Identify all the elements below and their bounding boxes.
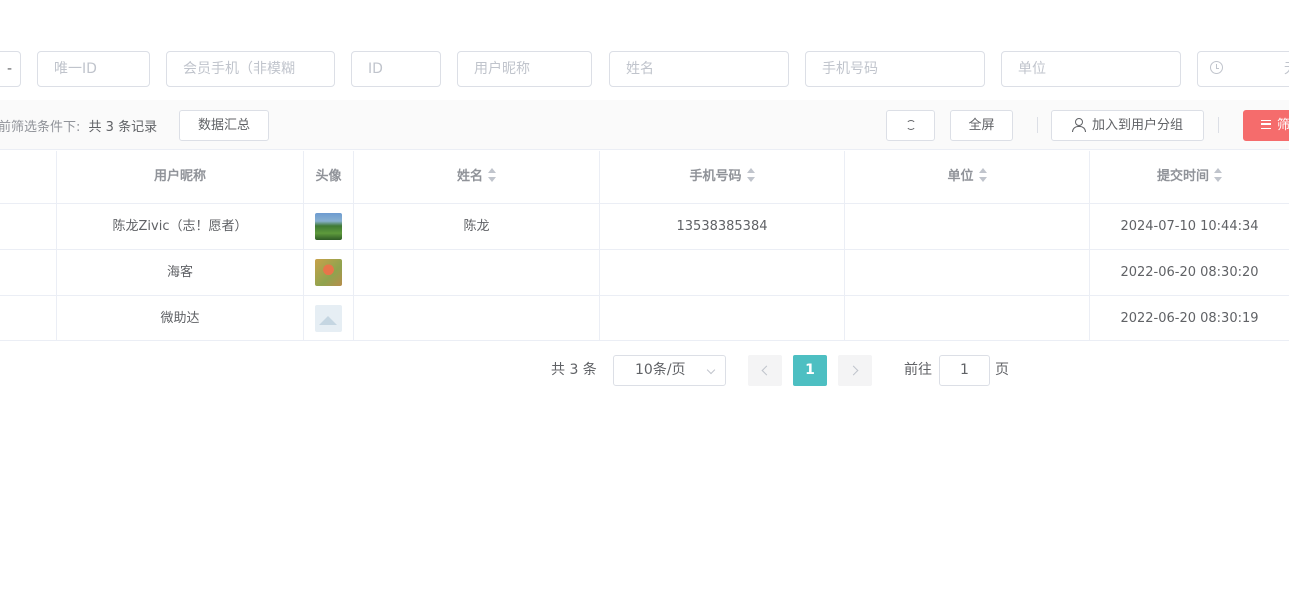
phone-input[interactable]: 手机号码 xyxy=(805,51,985,87)
date-range-text: 无 xyxy=(1284,52,1289,86)
column-header-nickname: 用户昵称 xyxy=(57,151,304,203)
next-page-button[interactable] xyxy=(838,355,872,386)
table-row[interactable]: 陈龙Zivic（志！愿者） 陈龙 13538385384 2024-07-10 … xyxy=(0,204,1289,250)
column-header-name-label: 姓名 xyxy=(456,169,483,184)
add-to-group-label: 加入到用户分组 xyxy=(1091,118,1183,133)
nickname-cell: 微助达 xyxy=(57,296,304,340)
goto-label: 前往 xyxy=(904,362,932,378)
menu-icon xyxy=(1261,120,1271,129)
column-header-phone-label: 手机号码 xyxy=(689,169,742,184)
column-header-avatar: 头像 xyxy=(304,151,354,203)
chevron-right-icon xyxy=(848,365,859,376)
name-input[interactable]: 姓名 xyxy=(609,51,789,87)
page-unit-label: 页 xyxy=(995,362,1009,378)
user-icon xyxy=(1071,117,1086,132)
column-header-unit[interactable]: 单位 xyxy=(845,151,1090,203)
unit-cell xyxy=(845,204,1090,249)
filter-select-stub[interactable]: - xyxy=(0,51,21,87)
add-to-group-button[interactable]: 加入到用户分组 xyxy=(1051,110,1204,141)
submit-time-cell: 2024-07-10 10:44:34 xyxy=(1120,219,1259,234)
row-select-cell[interactable] xyxy=(0,250,57,295)
summary-count: 共 3 条记录 xyxy=(88,120,158,135)
avatar-cell xyxy=(304,250,354,295)
page-size-select[interactable]: 10条/页 xyxy=(613,355,726,386)
avatar[interactable] xyxy=(315,305,342,332)
avatar-cell xyxy=(304,296,354,340)
page-number-current[interactable]: 1 xyxy=(793,355,827,386)
column-header-name[interactable]: 姓名 xyxy=(354,151,600,203)
column-header-submit-time[interactable]: 提交时间 xyxy=(1090,151,1289,203)
sort-icon[interactable] xyxy=(746,168,755,182)
sort-icon[interactable] xyxy=(978,168,987,182)
nickname-cell: 陈龙Zivic（志！愿者） xyxy=(57,204,304,249)
toolbar-divider xyxy=(1218,117,1219,133)
data-summary-button[interactable]: 数据汇总 xyxy=(179,110,269,141)
column-header-submit-time-label: 提交时间 xyxy=(1156,169,1209,184)
phone-cell xyxy=(600,296,845,340)
name-cell: 陈龙 xyxy=(354,204,600,249)
sort-icon[interactable] xyxy=(1214,168,1222,182)
clock-icon xyxy=(1210,61,1223,74)
phone-cell xyxy=(600,250,845,295)
avatar[interactable] xyxy=(315,213,342,240)
sort-icon[interactable] xyxy=(488,168,496,182)
row-select-cell[interactable] xyxy=(0,296,57,340)
chevron-down-icon xyxy=(706,365,716,375)
goto-page-input[interactable]: 1 xyxy=(939,355,990,386)
id-input[interactable]: ID xyxy=(351,51,441,87)
prev-page-button[interactable] xyxy=(748,355,782,386)
avatar-cell xyxy=(304,204,354,249)
date-range-picker[interactable]: 无 xyxy=(1197,51,1289,87)
unit-input[interactable]: 单位 xyxy=(1001,51,1181,87)
phone-cell: 13538385384 xyxy=(600,204,845,249)
record-summary: 前筛选条件下: 共 3 条记录 xyxy=(0,116,157,135)
unit-cell xyxy=(845,250,1090,295)
submit-time-cell: 2022-06-20 08:30:20 xyxy=(1120,265,1259,280)
unit-cell xyxy=(845,296,1090,340)
refresh-button[interactable] xyxy=(886,110,935,141)
column-header-select xyxy=(0,151,57,203)
pagination: 共 3 条 10条/页 1 前往 1 页 xyxy=(0,355,1289,386)
refresh-icon xyxy=(905,119,916,130)
name-cell xyxy=(354,250,600,295)
chevron-left-icon xyxy=(761,365,772,376)
pagination-total: 共 3 条 xyxy=(551,362,597,378)
table-header: 用户昵称 头像 姓名 手机号码 单位 提交时间 xyxy=(0,151,1289,204)
column-header-phone[interactable]: 手机号码 xyxy=(600,151,845,203)
fullscreen-button[interactable]: 全屏 xyxy=(950,110,1013,141)
member-phone-input[interactable]: 会员手机（非模糊 xyxy=(166,51,335,87)
nickname-input[interactable]: 用户昵称 xyxy=(457,51,592,87)
table-toolbar: 前筛选条件下: 共 3 条记录 数据汇总 全屏 加入到用户分组 筛 xyxy=(0,100,1289,150)
submit-time-cell: 2022-06-20 08:30:19 xyxy=(1120,311,1259,326)
toolbar-divider xyxy=(1037,117,1038,133)
page-size-value: 10条/页 xyxy=(635,362,686,378)
filter-label: 筛 xyxy=(1277,118,1289,133)
filter-bar: - 唯一ID 会员手机（非模糊 ID 用户昵称 姓名 手机号码 单位 无 xyxy=(0,51,1289,87)
summary-prefix: 前筛选条件下: xyxy=(0,120,81,135)
filter-button[interactable]: 筛 xyxy=(1243,110,1289,141)
table-row[interactable]: 海客 2022-06-20 08:30:20 xyxy=(0,250,1289,296)
row-select-cell[interactable] xyxy=(0,204,57,249)
unique-id-input[interactable]: 唯一ID xyxy=(37,51,150,87)
column-header-unit-label: 单位 xyxy=(947,169,974,184)
name-cell xyxy=(354,296,600,340)
table-row[interactable]: 微助达 2022-06-20 08:30:19 xyxy=(0,296,1289,341)
nickname-cell: 海客 xyxy=(57,250,304,295)
avatar[interactable] xyxy=(315,259,342,286)
